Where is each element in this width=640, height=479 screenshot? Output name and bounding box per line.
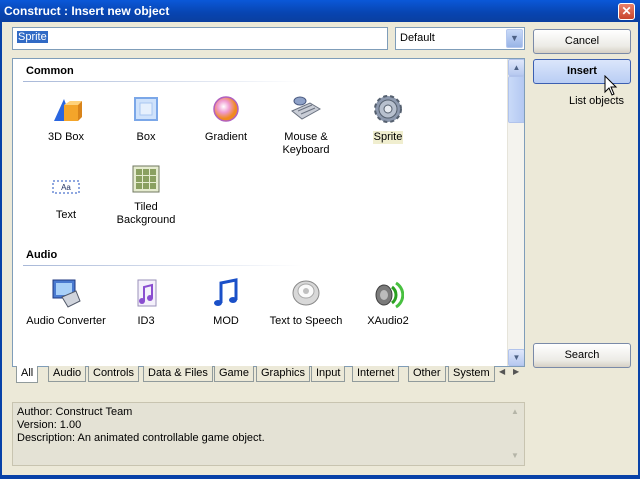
close-button[interactable]: ✕ <box>618 3 635 20</box>
text-icon: Aa <box>50 171 82 203</box>
tab-scroll-right-icon[interactable]: ▶ <box>513 367 519 376</box>
object-list-scrollbar[interactable]: ▲ ▼ <box>507 59 524 366</box>
object-item-3d-box[interactable]: 3D Box <box>26 93 106 144</box>
info-description: Description: An animated controllable ga… <box>17 432 265 444</box>
title-bar: Construct : Insert new object ✕ <box>0 0 640 22</box>
tab-data-files[interactable]: Data & Files <box>143 366 213 382</box>
info-scroll-up-icon[interactable]: ▲ <box>508 405 522 419</box>
object-list-panel: Common 3D Box Box Gradient Mouse & Keybo… <box>12 58 525 367</box>
tab-audio[interactable]: Audio <box>48 366 87 382</box>
divider <box>23 265 303 266</box>
object-item-xaudio2[interactable]: XAudio2 <box>348 277 428 328</box>
mouse-cursor-icon <box>604 75 618 96</box>
sprite-icon <box>372 93 404 125</box>
object-item-id3[interactable]: ID3 <box>106 277 186 328</box>
tab-scroll-left-icon[interactable]: ◀ <box>499 367 505 376</box>
tab-other[interactable]: Other <box>408 366 446 382</box>
tab-controls[interactable]: Controls <box>88 366 139 382</box>
tab-internet[interactable]: Internet <box>352 366 400 382</box>
object-item-audio-converter[interactable]: Audio Converter <box>26 277 106 328</box>
object-item-sprite[interactable]: Sprite <box>348 93 428 144</box>
mod-icon <box>210 277 242 309</box>
text-to-speech-icon <box>290 277 322 309</box>
category-tabs: All Audio Controls Data & Files Game Gra… <box>12 366 523 383</box>
scroll-thumb[interactable] <box>508 76 524 123</box>
tab-graphics[interactable]: Graphics <box>256 366 311 382</box>
category-filter-dropdown[interactable]: Default ▼ <box>395 27 525 50</box>
scroll-down-icon[interactable]: ▼ <box>508 349 524 366</box>
category-filter-value: Default <box>400 32 435 44</box>
object-item-mod[interactable]: MOD <box>186 277 266 328</box>
info-author: Author: Construct Team <box>17 406 133 418</box>
tab-game[interactable]: Game <box>214 366 254 382</box>
mouse-keyboard-icon <box>290 93 322 125</box>
id3-icon <box>130 277 162 309</box>
cancel-button[interactable]: Cancel <box>533 29 631 54</box>
divider <box>23 81 303 82</box>
audio-converter-icon <box>50 277 82 309</box>
object-item-gradient[interactable]: Gradient <box>186 93 266 144</box>
search-button[interactable]: Search <box>533 343 631 368</box>
chevron-down-icon[interactable]: ▼ <box>506 29 523 48</box>
text-icon-badge: Aa <box>61 183 71 192</box>
box-icon <box>130 93 162 125</box>
tiled-background-icon <box>130 163 162 195</box>
object-item-box[interactable]: Box <box>106 93 186 144</box>
object-item-tiled-background[interactable]: Tiled Background <box>106 163 186 227</box>
3d-box-icon <box>50 93 82 125</box>
scroll-up-icon[interactable]: ▲ <box>508 59 524 76</box>
tab-input[interactable]: Input <box>311 366 346 382</box>
section-heading-common: Common <box>26 65 74 77</box>
object-item-text-to-speech[interactable]: Text to Speech <box>266 277 346 328</box>
info-scroll-down-icon[interactable]: ▼ <box>508 449 522 463</box>
gradient-icon <box>210 93 242 125</box>
tab-system[interactable]: System <box>448 366 495 382</box>
section-heading-audio: Audio <box>26 249 58 261</box>
object-info-panel: Author: Construct Team Version: 1.00 Des… <box>12 402 525 466</box>
xaudio2-icon <box>372 277 405 309</box>
info-version: Version: 1.00 <box>17 419 82 431</box>
search-input[interactable]: Sprite <box>12 27 388 50</box>
selected-item-label: Sprite <box>372 131 404 144</box>
object-item-mouse-keyboard[interactable]: Mouse & Keyboard <box>266 93 346 157</box>
window-title: Construct : Insert new object <box>4 4 170 18</box>
object-item-text[interactable]: Aa Text <box>26 171 106 222</box>
search-input-value: Sprite <box>17 31 48 43</box>
tab-all[interactable]: All <box>16 366 39 383</box>
